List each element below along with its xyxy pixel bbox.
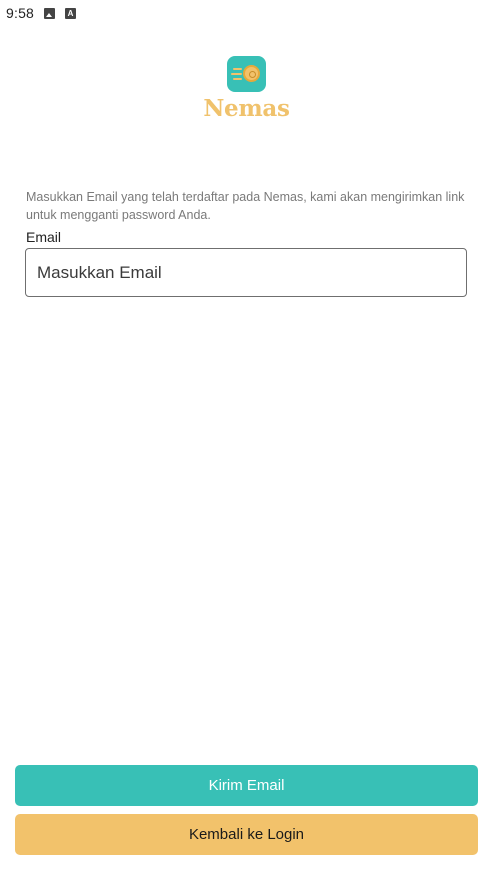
status-bar: 9:58 A <box>0 0 493 26</box>
status-time: 9:58 <box>6 5 35 21</box>
back-to-login-button[interactable]: Kembali ke Login <box>15 814 478 855</box>
brand-name: Nemas <box>203 95 290 122</box>
email-field[interactable] <box>25 248 467 297</box>
app-logo: Nemas <box>0 56 493 122</box>
image-icon <box>44 7 56 19</box>
send-email-button[interactable]: Kirim Email <box>15 765 478 806</box>
coin-speed-icon <box>227 56 266 92</box>
email-label: Email <box>26 229 62 245</box>
instruction-text: Masukkan Email yang telah terdaftar pada… <box>26 190 465 222</box>
text-a-icon: A <box>65 7 77 19</box>
